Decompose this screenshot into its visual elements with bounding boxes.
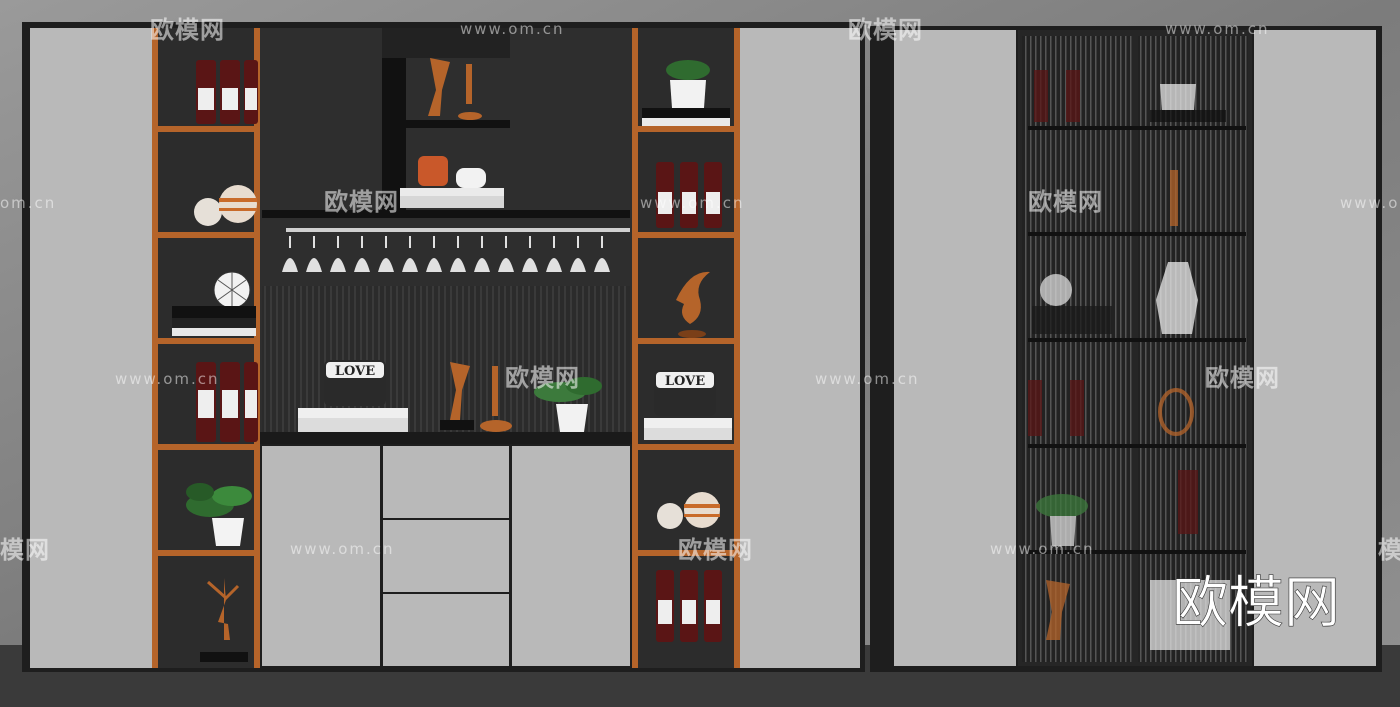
watermark-brand-5: 欧模网 — [505, 364, 580, 392]
wine-bottles-right-lower — [656, 570, 722, 642]
watermark-url-8: www.om.cn — [290, 540, 395, 558]
watermark-brand-3: 欧模网 — [324, 188, 399, 216]
love-sign-center-label: LOVE — [335, 364, 375, 379]
watermark-url-3: om.cn — [0, 194, 56, 212]
cabinet-scene: LOVE LOVE 欧模网 www.om.cn 欧模网 www.om.cn om… — [0, 0, 1400, 707]
watermark-url-5: www.om.cn — [1340, 194, 1400, 212]
drawer-1 — [383, 446, 509, 518]
left-shelf-column — [152, 28, 260, 668]
watermark-url-4: www.om.cn — [640, 194, 745, 212]
counter-top — [260, 432, 632, 444]
right-tall-door — [740, 28, 860, 668]
watermark-brand-7: 模网 — [0, 536, 50, 564]
right-shelf-column: LOVE — [632, 28, 740, 668]
watermark-url-7: www.om.cn — [815, 370, 920, 388]
watermark-brand-6: 欧模网 — [1205, 364, 1280, 392]
drawer-2 — [383, 520, 509, 592]
watermark-url-6: www.om.cn — [115, 370, 220, 388]
watermark-brand-2: 欧模网 — [848, 16, 923, 44]
watermark-url-2: www.om.cn — [1165, 20, 1270, 38]
watermark-brand-9: 模网 — [1378, 536, 1400, 564]
love-sign-right-label: LOVE — [665, 374, 705, 389]
wine-bottles-top-left — [196, 60, 258, 124]
left-cabinet: LOVE LOVE — [22, 22, 865, 672]
watermark-url-9: www.om.cn — [990, 540, 1095, 558]
right-unit-left-door — [894, 30, 1016, 666]
watermark-brand-8: 欧模网 — [678, 536, 753, 564]
left-tall-door — [30, 28, 152, 668]
watermark-brand-large: 欧模网 — [1172, 571, 1340, 636]
watermark-brand-4: 欧模网 — [1028, 188, 1103, 216]
drawer-3 — [383, 594, 509, 666]
watermark-brand-1: 欧模网 — [150, 16, 225, 44]
watermark-url-1: www.om.cn — [460, 20, 565, 38]
base-door-right — [512, 446, 630, 666]
